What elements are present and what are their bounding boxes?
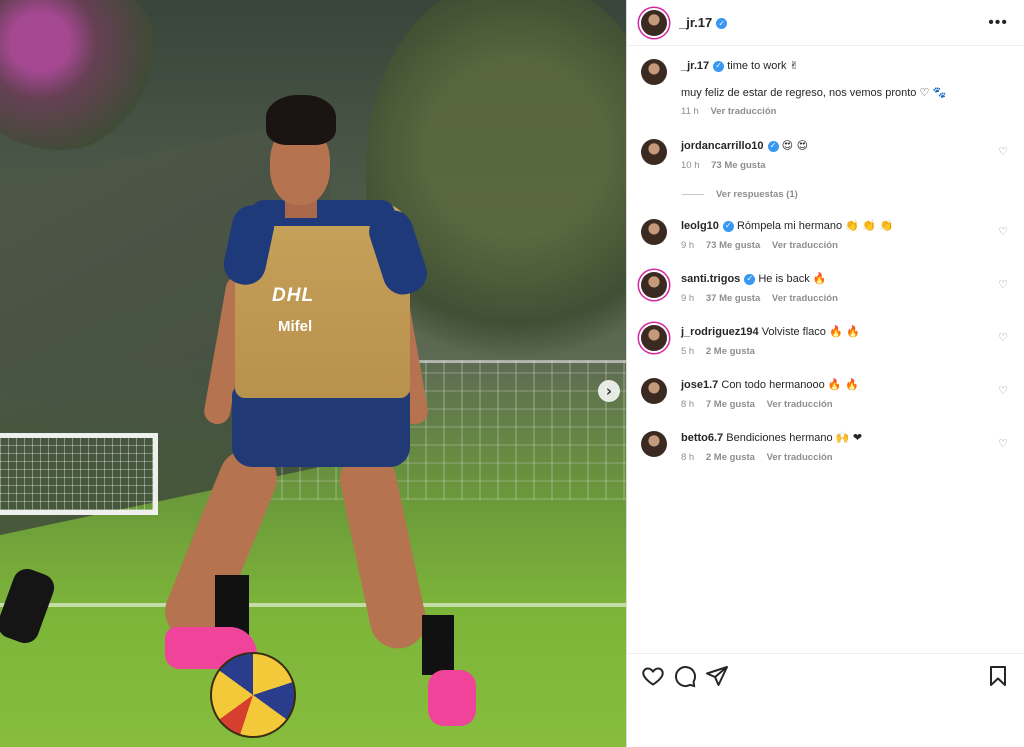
verified-badge-icon: ✓ [713,60,725,72]
verified-badge-icon: ✓ [767,140,779,152]
comment-likes[interactable]: 73 Me gusta [711,160,765,171]
verified-badge-icon: ✓ [744,273,756,285]
replies-divider [682,194,704,195]
translate-link[interactable]: Ver traducción [710,106,776,117]
comment-bubble-icon[interactable] [673,664,697,688]
verified-badge-icon: ✓ [716,18,728,29]
comment-text: Bendiciones hermano [726,432,833,444]
heart-icon[interactable]: ♡ [998,384,1008,397]
comment-emoji: 🙌 ❤ [835,431,863,444]
comment-likes[interactable]: 73 Me gusta [706,240,760,251]
caption-body: muy feliz de estar de regreso, nos vemos… [681,87,917,99]
soccer-ball [210,652,296,738]
caption-title-emoji: ✌ [789,59,799,72]
post-photo: DHL Mifel › [0,0,626,747]
comment-username[interactable]: jose1.7 [681,379,718,391]
comment-emoji: 🔥 [812,272,827,285]
heart-icon[interactable]: ♡ [998,331,1008,344]
comment-text: Con todo hermanooo [721,379,825,391]
avatar[interactable] [641,325,667,351]
comment-time: 8 h [681,452,695,463]
heart-icon[interactable]: ♡ [998,437,1008,450]
caption-body-emoji: ♡ 🐾 [919,86,947,99]
comment-time: 9 h [681,293,695,304]
comment-emoji: 🔥 🔥 [827,378,859,391]
comment-time: 8 h [681,399,695,410]
comment-item: jordancarrillo10 ✓ 😍 😍 10 h 73 Me gusta ♡ [641,139,1010,171]
verified-badge-icon: ✓ [722,220,734,232]
pink-boot-right [428,670,476,726]
heart-icon[interactable]: ♡ [998,278,1008,291]
caption-time: 11 h [681,106,699,117]
comment-time: 10 h [681,160,700,171]
comment-text: Volviste flaco [761,326,826,338]
comment-item: j_rodriguez194 Volviste flaco 🔥 🔥 5 h 2 … [641,325,1010,357]
comment-likes[interactable]: 2 Me gusta [706,452,755,463]
more-horizontal-icon[interactable]: ••• [988,14,1008,32]
avatar[interactable] [641,139,667,165]
next-photo-button[interactable]: › [598,380,620,402]
comment-text: Rómpela mi hermano [736,220,843,232]
view-replies-link[interactable]: Ver respuestas (1) [682,189,798,200]
shirt-sponsor-dhl: DHL [272,285,315,306]
comment-likes[interactable]: 37 Me gusta [706,293,760,304]
chevron-right-icon: › [605,382,613,400]
post-side-panel: _jr.17 ✓ ••• _jr.17 ✓ time to work ✌ muy f… [626,0,1024,747]
heart-icon[interactable] [641,664,665,688]
caption-title: time to work [727,60,787,72]
translate-link[interactable]: Ver traducción [767,452,833,463]
avatar[interactable] [641,59,667,85]
caption-username[interactable]: _jr.17 [681,60,709,72]
comment-emoji: 👏 👏 👏 [845,219,894,232]
avatar[interactable] [641,219,667,245]
comment-likes[interactable]: 2 Me gusta [706,346,755,357]
avatar[interactable] [641,272,667,298]
comment-username[interactable]: jordancarrillo10 [681,140,764,152]
paper-plane-icon[interactable] [705,664,729,688]
comment-time: 9 h [681,240,695,251]
player-shorts [232,387,410,467]
translate-link[interactable]: Ver traducción [767,399,833,410]
author-username[interactable]: _jr.17 ✓ [679,15,728,30]
translate-link[interactable]: Ver traducción [772,293,838,304]
comment-username[interactable]: betto6.7 [681,432,723,444]
post-actions-footer [627,653,1024,747]
player-figure: DHL Mifel [156,95,480,735]
translate-link[interactable]: Ver traducción [772,240,838,251]
comments-list: _jr.17 ✓ time to work ✌ muy feliz de esta… [627,47,1024,653]
soccer-goal [0,433,158,515]
comment-text: He is back [758,273,810,285]
avatar[interactable] [641,431,667,457]
comment-item: jose1.7 Con todo hermanooo 🔥 🔥 8 h 7 Me … [641,378,1010,410]
comment-item: santi.trigos ✓ He is back 🔥 9 h 37 Me gus… [641,272,1010,304]
comment-time: 5 h [681,346,695,357]
comment-item: leolg10 ✓ Rómpela mi hermano 👏 👏 👏 9 h 73… [641,219,1010,251]
comment-likes[interactable]: 7 Me gusta [706,399,755,410]
flower-bush [0,0,160,150]
heart-icon[interactable]: ♡ [998,225,1008,238]
avatar[interactable] [641,9,667,36]
shirt-sponsor-mifel: Mifel [278,318,313,335]
bookmark-icon[interactable] [986,664,1010,688]
heart-icon[interactable]: ♡ [998,145,1008,158]
comment-username[interactable]: j_rodriguez194 [681,326,759,338]
avatar[interactable] [641,378,667,404]
post-header: _jr.17 ✓ ••• [627,0,1024,46]
comment-username[interactable]: santi.trigos [681,273,740,285]
comment-username[interactable]: leolg10 [681,220,719,232]
comment-item: betto6.7 Bendiciones hermano 🙌 ❤ 8 h 2 M… [641,431,1010,463]
post-caption: _jr.17 ✓ time to work ✌ muy feliz de esta… [641,59,1010,117]
comment-emoji: 🔥 🔥 [828,325,860,338]
comment-emoji: 😍 😍 [781,139,809,152]
